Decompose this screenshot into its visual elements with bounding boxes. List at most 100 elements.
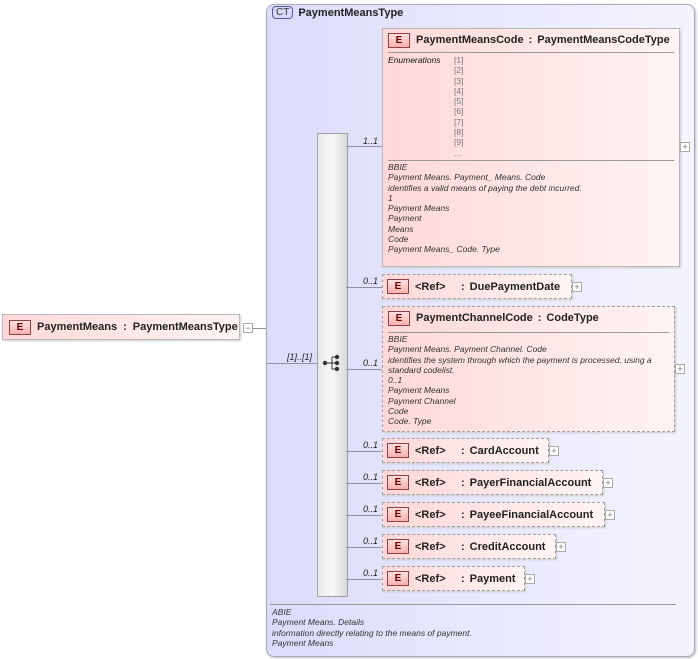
element-paymentchannelcode[interactable]: E PaymentChannelCode : CodeType BBIE Pay…	[382, 306, 675, 432]
root-element-paymentmeans[interactable]: E PaymentMeans : PaymentMeansType	[2, 314, 240, 340]
cardinality-label: 0..1	[363, 358, 379, 368]
connector	[346, 579, 382, 580]
cardinality-label: 0..1	[363, 276, 379, 286]
expand-icon[interactable]: +	[556, 542, 566, 552]
connector	[346, 483, 382, 484]
element-paymentmeanscode[interactable]: E PaymentMeansCode : PaymentMeansCodeTyp…	[382, 28, 680, 267]
connector	[346, 547, 382, 548]
doc-line: Payment Means. Payment Channel. Code	[388, 344, 547, 355]
complex-type-documentation: ABIE Payment Means. Details information …	[272, 607, 472, 648]
element-name: CreditAccount	[469, 540, 546, 553]
doc-line: 1	[388, 192, 393, 203]
enum-value: [9]	[454, 137, 464, 148]
element-name: PaymentMeans	[37, 321, 118, 333]
cardinality-label: 1..1	[363, 136, 379, 146]
expand-icon[interactable]: +	[549, 446, 559, 456]
element-badge-icon: E	[387, 571, 409, 586]
enum-value: [2]	[454, 65, 464, 76]
expand-icon[interactable]: +	[605, 510, 615, 520]
connector	[346, 451, 382, 452]
element-ref-cardaccount[interactable]: E <Ref> : CardAccount	[382, 438, 549, 463]
cardinality-label: 0..1	[363, 472, 379, 482]
element-name: DuePaymentDate	[469, 280, 561, 293]
doc-line: information directly relating to the mea…	[272, 627, 472, 638]
doc-line: Payment Means	[388, 385, 450, 396]
element-name: PaymentChannelCode	[416, 312, 533, 324]
doc-line: Code	[388, 406, 409, 417]
doc-line: identifies the system through which the …	[388, 354, 652, 375]
element-badge-icon: E	[387, 475, 409, 490]
enum-value: [5]	[454, 96, 464, 107]
enum-value: [4]	[454, 85, 464, 96]
ref-label: <Ref>	[415, 476, 446, 489]
doc-line: Payment	[388, 213, 422, 224]
cardinality-label: 0..1	[363, 504, 379, 514]
element-ref-payerfinancialaccount[interactable]: E <Ref> : PayerFinancialAccount	[382, 470, 603, 495]
element-type: PaymentMeansType	[132, 321, 238, 333]
complex-type-name: PaymentMeansType	[298, 6, 404, 19]
expand-icon[interactable]: +	[603, 478, 613, 488]
expand-icon[interactable]: +	[680, 142, 690, 152]
expand-icon[interactable]: +	[525, 574, 535, 584]
doc-line: Payment Channel	[388, 395, 456, 406]
complex-type-badge-icon: CT	[272, 6, 294, 19]
ref-label: <Ref>	[415, 444, 446, 457]
cardinality-label: 0..1	[363, 440, 379, 450]
element-badge-icon: E	[387, 539, 409, 554]
connector	[346, 369, 382, 370]
element-name: CardAccount	[469, 444, 539, 457]
element-badge-icon: E	[387, 507, 409, 522]
complex-type-header: CT PaymentMeansType	[272, 6, 403, 19]
enum-value: [1]	[454, 55, 464, 65]
doc-line: Payment Means	[272, 637, 334, 648]
divider	[270, 604, 676, 605]
element-ref-creditaccount[interactable]: E <Ref> : CreditAccount	[382, 534, 556, 559]
root-cardinality: [1]..[1]	[287, 352, 313, 362]
element-badge-icon: E	[9, 319, 31, 335]
element-ref-duepaymentdate[interactable]: E <Ref> : DuePaymentDate	[382, 274, 572, 299]
doc-line: ABIE	[272, 607, 292, 617]
element-badge-icon: E	[388, 310, 410, 326]
doc-line: Code	[388, 234, 409, 245]
doc-line: 0..1	[388, 375, 403, 386]
doc-line: BBIE	[388, 161, 408, 172]
ref-label: <Ref>	[415, 572, 446, 585]
element-badge-icon: E	[387, 443, 409, 458]
enum-value: [8]	[454, 127, 464, 138]
element-name: PayeeFinancialAccount	[469, 508, 594, 521]
element-ref-payment[interactable]: E <Ref> : Payment	[382, 566, 525, 591]
ref-label: <Ref>	[415, 508, 446, 521]
connector	[346, 287, 382, 288]
cardinality-label: 0..1	[363, 536, 379, 546]
expand-icon[interactable]: +	[675, 364, 685, 374]
enum-value: [3]	[454, 75, 464, 86]
doc-line: Payment Means	[388, 203, 450, 214]
expand-icon[interactable]: +	[572, 282, 582, 292]
documentation: BBIE Payment Means. Payment Channel. Cod…	[388, 334, 669, 427]
connector	[266, 363, 317, 364]
enum-value: [6]	[454, 106, 464, 117]
documentation: BBIE Payment Means. Payment_ Means. Code…	[388, 162, 674, 255]
connector	[346, 146, 382, 147]
connector	[253, 328, 266, 329]
element-type: PaymentMeansCodeType	[537, 34, 670, 46]
element-badge-icon: E	[388, 32, 410, 48]
element-ref-payeefinancialaccount[interactable]: E <Ref> : PayeeFinancialAccount	[382, 502, 605, 527]
ref-label: <Ref>	[415, 540, 446, 553]
doc-line: Payment Means. Payment_ Means. Code	[388, 172, 546, 183]
doc-line: Code. Type	[388, 416, 432, 427]
doc-line: Payment Means. Details	[272, 617, 365, 628]
element-type: CodeType	[546, 312, 599, 324]
cardinality-label: 0..1	[363, 568, 379, 578]
doc-line: Payment Means_ Code. Type	[388, 244, 500, 255]
collapse-icon[interactable]: −	[243, 323, 253, 333]
element-name: PaymentMeansCode	[416, 34, 524, 46]
element-name: Payment	[469, 572, 516, 585]
enumerations-label: Enumerations	[388, 55, 441, 65]
element-badge-icon: E	[387, 279, 409, 294]
sequence-icon	[322, 354, 340, 372]
doc-line: Means	[388, 223, 414, 234]
enum-value: ...	[454, 147, 462, 158]
enum-value: [7]	[454, 116, 464, 127]
doc-line: identifies a valid means of paying the d…	[388, 182, 582, 193]
